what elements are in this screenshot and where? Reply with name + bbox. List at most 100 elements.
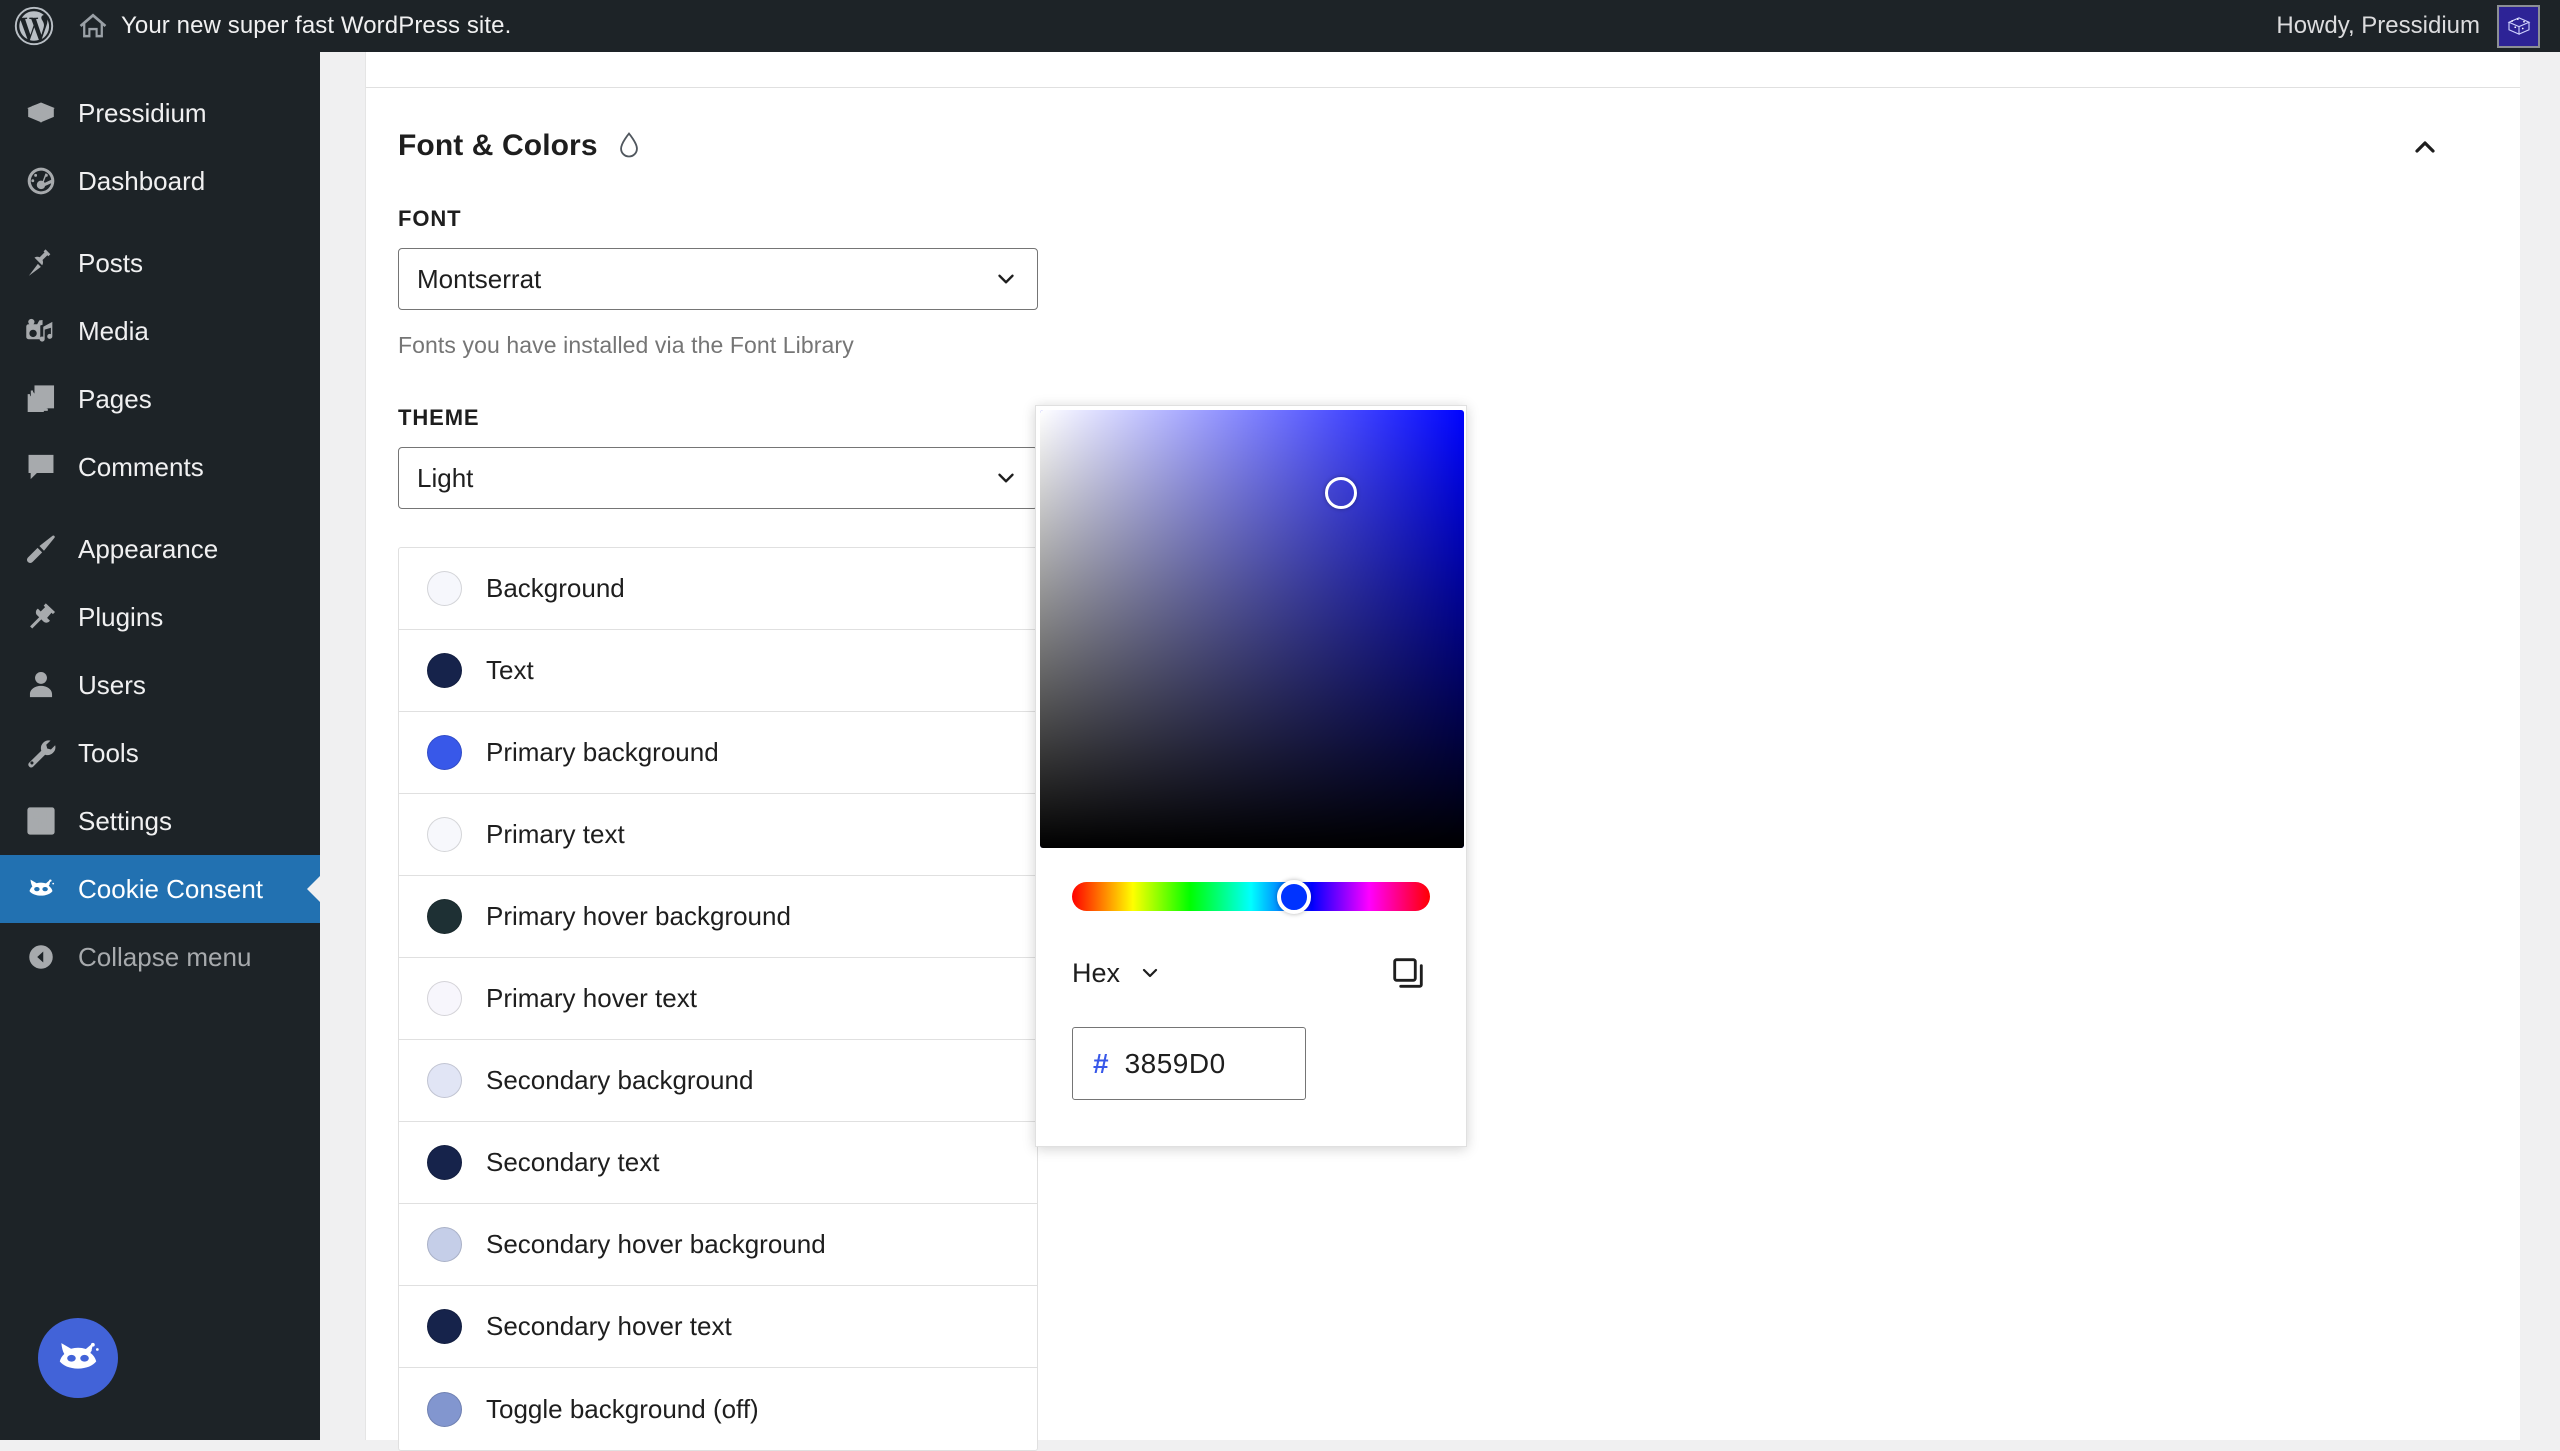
color-row[interactable]: Text (399, 630, 1037, 712)
admin-bar-left: Your new super fast WordPress site. (0, 0, 524, 52)
hex-input-value: 3859D0 (1125, 1048, 1226, 1080)
sidebar-item-label: Users (78, 670, 146, 701)
sidebar-item-media[interactable]: Media (0, 297, 320, 365)
menu-top-spacer (0, 52, 320, 79)
color-row[interactable]: Primary text (399, 794, 1037, 876)
sidebar-item-users[interactable]: Users (0, 651, 320, 719)
color-row[interactable]: Primary hover text (399, 958, 1037, 1040)
wp-logo-button[interactable] (0, 0, 68, 52)
color-row[interactable]: Primary hover background (399, 876, 1037, 958)
saturation-handle[interactable] (1325, 477, 1357, 509)
wordpress-logo-icon (13, 5, 55, 47)
home-icon (76, 9, 110, 43)
user-icon (12, 668, 70, 702)
color-row-label: Text (486, 655, 534, 686)
site-title: Your new super fast WordPress site. (121, 12, 511, 40)
sidebar-item-label: Comments (78, 452, 204, 483)
font-select[interactable]: Montserrat (398, 248, 1038, 310)
collapse-arrow-icon (12, 942, 70, 972)
sidebar-item-plugins[interactable]: Plugins (0, 583, 320, 651)
user-avatar[interactable] (2497, 5, 2540, 48)
howdy-greeting[interactable]: Howdy, Pressidium (2276, 12, 2480, 40)
water-drop-icon (616, 131, 642, 161)
color-row[interactable]: Background (399, 548, 1037, 630)
sidebar-item-label: Dashboard (78, 166, 205, 197)
color-row[interactable]: Secondary text (399, 1122, 1037, 1204)
sidebar-item-label: Settings (78, 806, 172, 837)
color-row[interactable]: Secondary hover text (399, 1286, 1037, 1368)
color-row[interactable]: Toggle background (off) (399, 1368, 1037, 1450)
sidebar-item-label: Media (78, 316, 149, 347)
color-row-label: Secondary text (486, 1147, 659, 1178)
sidebar-item-label: Posts (78, 248, 143, 279)
theme-select-value: Light (417, 463, 473, 494)
hex-input[interactable]: # 3859D0 (1072, 1027, 1306, 1100)
sidebar-item-settings[interactable]: Settings (0, 787, 320, 855)
color-swatch[interactable] (427, 981, 462, 1016)
pressidium-avatar-icon (2504, 11, 2534, 41)
color-row-label: Primary background (486, 737, 719, 768)
color-format-select[interactable]: Hex (1072, 958, 1162, 989)
sidebar-item-dashboard[interactable]: Dashboard (0, 147, 320, 215)
color-row-label: Background (486, 573, 625, 604)
color-swatch[interactable] (427, 653, 462, 688)
sidebar-item-label: Pages (78, 384, 152, 415)
pages-icon (12, 382, 70, 416)
chevron-up-icon (2409, 131, 2441, 163)
color-swatch[interactable] (427, 899, 462, 934)
sliders-icon (12, 804, 70, 838)
cookie-consent-widget[interactable] (38, 1318, 118, 1398)
font-field-group: FONT Montserrat Fonts you have installed… (366, 206, 2520, 359)
color-swatch[interactable] (427, 1309, 462, 1344)
dashboard-gauge-icon (12, 164, 70, 198)
color-row[interactable]: Primary background (399, 712, 1037, 794)
copy-color-button[interactable] (1386, 951, 1430, 995)
sidebar-item-comments[interactable]: Comments (0, 433, 320, 501)
plug-icon (12, 600, 70, 634)
font-label: FONT (398, 206, 2520, 232)
sidebar-item-posts[interactable]: Posts (0, 229, 320, 297)
color-swatch[interactable] (427, 1063, 462, 1098)
panel-top-divider (366, 52, 2520, 88)
sidebar-item-appearance[interactable]: Appearance (0, 515, 320, 583)
color-swatch[interactable] (427, 817, 462, 852)
pin-icon (12, 246, 70, 280)
font-select-value: Montserrat (417, 264, 541, 295)
comment-bubble-icon (12, 450, 70, 484)
sidebar-item-label: Cookie Consent (78, 874, 263, 905)
saturation-value-area[interactable] (1040, 410, 1464, 848)
sidebar-item-label: Tools (78, 738, 139, 769)
sidebar-item-tools[interactable]: Tools (0, 719, 320, 787)
page-title: Font & Colors (398, 129, 598, 163)
chevron-down-icon (993, 266, 1019, 292)
section-collapse-toggle[interactable] (2400, 122, 2450, 172)
color-format-label: Hex (1072, 958, 1120, 989)
color-row-label: Primary hover background (486, 901, 791, 932)
color-row[interactable]: Secondary background (399, 1040, 1037, 1122)
color-row-label: Secondary hover background (486, 1229, 826, 1260)
color-swatch[interactable] (427, 1145, 462, 1180)
sidebar-item-label: Plugins (78, 602, 163, 633)
hue-slider-wrap (1036, 848, 1466, 911)
sidebar-item-pages[interactable]: Pages (0, 365, 320, 433)
hue-slider-handle[interactable] (1277, 880, 1311, 914)
saturation-black-overlay (1040, 410, 1464, 848)
paintbrush-icon (12, 532, 70, 566)
color-swatch[interactable] (427, 1227, 462, 1262)
color-row-label: Secondary background (486, 1065, 753, 1096)
site-home-link[interactable]: Your new super fast WordPress site. (68, 0, 524, 52)
sidebar-item-cookie-consent[interactable]: Cookie Consent (0, 855, 320, 923)
color-swatch[interactable] (427, 735, 462, 770)
color-row[interactable]: Secondary hover background (399, 1204, 1037, 1286)
sidebar-item-pressidium[interactable]: Pressidium (0, 79, 320, 147)
color-row-label: Toggle background (off) (486, 1394, 759, 1425)
cookie-cat-icon (51, 1331, 105, 1385)
color-swatch[interactable] (427, 1392, 462, 1427)
hex-hash-symbol: # (1093, 1048, 1109, 1080)
theme-select[interactable]: Light (398, 447, 1038, 509)
font-help-text: Fonts you have installed via the Font Li… (398, 332, 2520, 359)
sidebar-item-collapse-menu[interactable]: Collapse menu (0, 923, 320, 991)
chevron-down-icon (1138, 961, 1162, 985)
color-swatch[interactable] (427, 571, 462, 606)
hue-slider[interactable] (1072, 882, 1430, 911)
